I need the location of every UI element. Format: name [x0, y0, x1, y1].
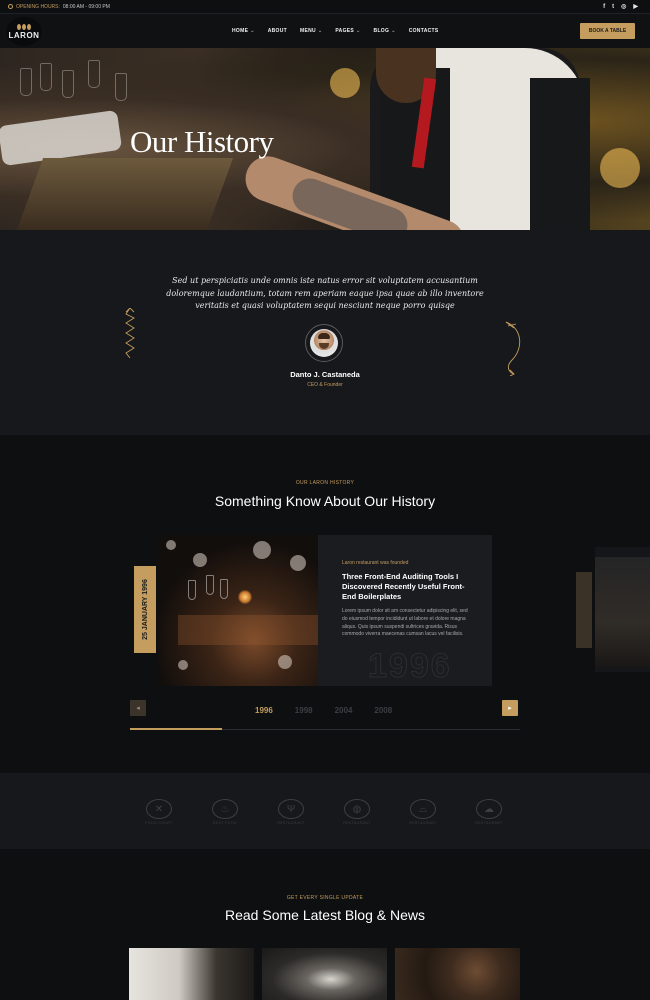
partner-logo-text: RESTAURANT [475, 821, 503, 825]
toque-icon: ☁ [476, 799, 502, 819]
partner-logo-text: BEST FOOD [213, 821, 237, 825]
chevron-down-icon: ⌄ [391, 28, 396, 34]
testimonial-author-name: Danto J. Castaneda [290, 370, 360, 379]
history-card-ghost-year: 1996 [368, 647, 452, 686]
zigzag-arrow-icon [125, 308, 135, 358]
timeline-years: 1996 1998 2004 2008 [255, 706, 392, 715]
clock-icon [8, 4, 13, 9]
wine-glass-image [20, 68, 32, 96]
wine-glass-image [62, 70, 74, 98]
next-history-card[interactable] [595, 547, 650, 672]
bokeh-light [330, 68, 360, 98]
testimonial-quote: Sed ut perspiciatis unde omnis iste natu… [166, 276, 484, 310]
partner-logos: ✕ FOOD COURT ♨ BEST FOOD Ψ RESTAURANT ◍ … [0, 773, 650, 849]
menu-bar: HOME ⌄ ABOUT MENU ⌄ PAGES ⌄ BLOG ⌄ CONTACTS [232, 14, 439, 48]
book-table-button[interactable]: BOOK A TABLE [580, 23, 635, 39]
opening-hours-value: 08:00 AM - 09:00 PM [62, 3, 110, 10]
section-subtitle: GET EVERY SINGLE UPDATE [286, 895, 364, 901]
nav-item-label: CONTACTS [408, 28, 439, 34]
testimonial-section: Sed ut perspiciatis unde omnis iste natu… [0, 230, 650, 435]
youtube-icon[interactable]: ▶ [633, 4, 638, 10]
timeline-next-button[interactable]: ▸ [502, 700, 518, 716]
social-links: f t ◎ ▶ [603, 4, 638, 10]
blog-post-image[interactable] [395, 948, 520, 1000]
partner-logo: ✕ FOOD COURT [134, 795, 184, 829]
nav-item-label: BLOG [373, 28, 390, 34]
opening-hours: OPENING HOURS: 08:00 AM - 09:00 PM [8, 4, 110, 10]
timeline-year[interactable]: 2008 [374, 706, 392, 715]
cloche-icon: ⌓ [410, 799, 436, 819]
top-info-bar: OPENING HOURS: 08:00 AM - 09:00 PM f t ◎… [0, 0, 650, 14]
site-logo[interactable]: LARON [6, 17, 42, 46]
blog-post-image[interactable] [129, 948, 254, 1000]
nav-item-menu[interactable]: MENU ⌄ [300, 28, 322, 34]
partner-logo: ⌓ RESTAURANT [398, 795, 448, 829]
history-card-body: Lorem ipsum dolor sit am consectetur adi… [342, 608, 468, 638]
nav-item-blog[interactable]: BLOG ⌄ [374, 28, 396, 34]
history-card: Laron restaurant was founded Three Front… [158, 535, 492, 686]
timeline-progress [130, 728, 223, 730]
chevron-down-icon: ⌄ [317, 28, 323, 34]
wine-glass-image [40, 63, 52, 91]
hero-banner: Our History [0, 48, 650, 230]
nav-item-contacts[interactable]: CONTACTS [409, 28, 439, 34]
partner-logo: ◍ RESTAURANT [332, 795, 382, 829]
testimonial-author-role: CEO & Founder [307, 382, 343, 388]
partner-logo: Ψ RESTAURANT [266, 795, 316, 829]
wine-glass-image [115, 73, 127, 101]
blog-section: GET EVERY SINGLE UPDATE Read Some Latest… [0, 849, 650, 1000]
opening-hours-label: OPENING HOURS: [16, 3, 60, 10]
instagram-icon[interactable]: ◎ [621, 4, 626, 10]
timeline-year[interactable]: 1998 [295, 706, 313, 715]
restaurant-table-image [158, 535, 318, 686]
history-date-text: 25 JANUARY 1996 [141, 579, 149, 640]
fork-knife-crossed-icon: ✕ [146, 799, 172, 819]
history-card-content: Laron restaurant was founded Three Front… [342, 560, 474, 639]
partner-logo-text: RESTAURANT [409, 821, 437, 825]
nav-item-label: MENU [299, 28, 316, 34]
espresso-machine-image [16, 158, 234, 230]
nav-item-label: ABOUT [267, 28, 287, 34]
partner-logo-text: RESTAURANT [277, 821, 305, 825]
history-card-title[interactable]: Three Front-End Auditing Tools I Discove… [342, 572, 474, 602]
bokeh-light [600, 148, 640, 188]
barista-vest-image [530, 78, 590, 230]
page-title: Our History [130, 124, 274, 159]
history-section: OUR LARON HISTORY Something Know About O… [0, 435, 650, 773]
timeline-prev-button[interactable]: ◂ [130, 700, 146, 716]
history-date-tag: 25 JANUARY 1996 [134, 566, 156, 653]
logo-text: LARON [8, 30, 40, 40]
blog-post-image[interactable] [262, 948, 387, 1000]
chevron-down-icon: ⌄ [250, 28, 255, 34]
section-title: Read Some Latest Blog & News [225, 907, 425, 923]
curly-arrow-icon [505, 321, 521, 376]
history-card-kicker: Laron restaurant was founded [342, 560, 409, 566]
next-card-date-tag [576, 572, 592, 648]
chef-hat-icon: ♨ [212, 799, 238, 819]
facebook-icon[interactable]: f [603, 4, 605, 10]
timeline-year[interactable]: 1996 [255, 706, 273, 715]
nav-item-home[interactable]: HOME ⌄ [232, 28, 255, 34]
section-subtitle: OUR LARON HISTORY [295, 480, 355, 486]
nav-item-pages[interactable]: PAGES ⌄ [335, 28, 360, 34]
plate-icon: ◍ [344, 799, 370, 819]
nav-item-about[interactable]: ABOUT [268, 28, 287, 34]
timeline-year[interactable]: 2004 [335, 706, 353, 715]
coffee-bean-icon [17, 23, 31, 30]
partner-logo: ☁ RESTAURANT [464, 795, 514, 829]
chevron-down-icon: ⌄ [356, 28, 361, 34]
partner-logo: ♨ BEST FOOD [200, 795, 250, 829]
twitter-icon[interactable]: t [612, 4, 614, 10]
partner-logo-text: FOOD COURT [145, 821, 173, 825]
wine-glass-image [88, 60, 100, 88]
nav-item-label: HOME [232, 28, 249, 34]
avatar [305, 324, 343, 362]
main-navigation: LARON HOME ⌄ ABOUT MENU ⌄ PAGES ⌄ BLOG ⌄ CON… [0, 14, 650, 48]
partner-logo-text: RESTAURANT [343, 821, 371, 825]
section-title: Something Know About Our History [214, 493, 436, 509]
cutlery-icon: Ψ [278, 799, 304, 819]
nav-item-label: PAGES [335, 28, 355, 34]
